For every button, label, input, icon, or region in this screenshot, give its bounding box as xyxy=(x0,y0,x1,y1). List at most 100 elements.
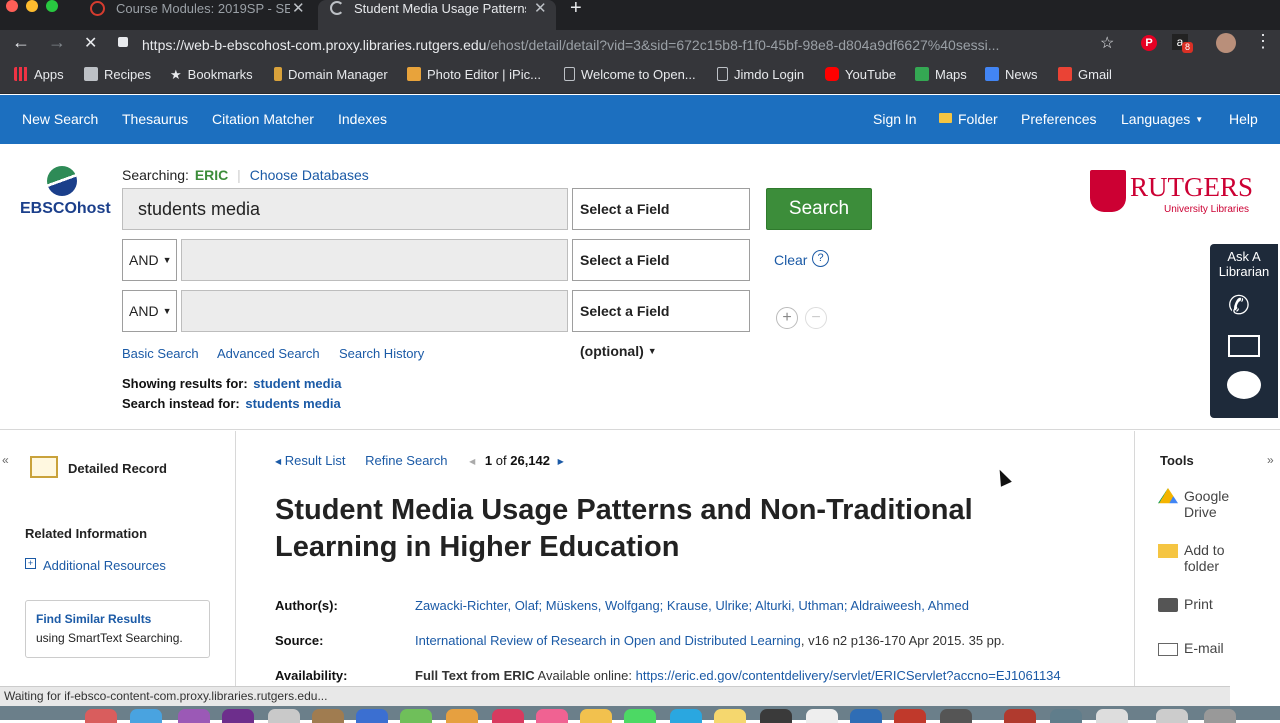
close-tab-icon[interactable]: ✕ xyxy=(292,0,305,18)
authors-links[interactable]: Zawacki-Richter, Olaf; Müskens, Wolfgang… xyxy=(415,598,969,613)
minimize-window-button[interactable] xyxy=(26,0,38,12)
dock-app-icon[interactable] xyxy=(85,709,117,723)
nav-new-search[interactable]: New Search xyxy=(22,111,98,127)
field-select-1[interactable]: Select a Field (optional)▼ xyxy=(572,188,750,257)
dock-app-icon[interactable] xyxy=(624,709,656,723)
url-field[interactable]: https://web-b-ebscohost-com.proxy.librar… xyxy=(142,32,1092,58)
collapse-right-icon[interactable]: » xyxy=(1267,453,1274,467)
close-window-button[interactable] xyxy=(6,0,18,12)
avatar[interactable] xyxy=(1216,33,1236,53)
dock-app-icon[interactable] xyxy=(670,709,702,723)
additional-resources-link[interactable]: Additional Resources xyxy=(43,558,166,573)
dock-app-icon[interactable] xyxy=(1096,709,1128,723)
ebsco-logo[interactable]: EBSCOhost xyxy=(20,164,111,220)
source-journal-link[interactable]: International Review of Research in Open… xyxy=(415,633,801,648)
showing-results-link[interactable]: student media xyxy=(253,376,341,391)
bookmark-apps[interactable]: Apps xyxy=(14,67,64,87)
next-result-icon[interactable]: ▶ xyxy=(558,457,564,466)
basic-search-link[interactable]: Basic Search xyxy=(122,346,199,361)
dock-app-icon[interactable] xyxy=(356,709,388,723)
tool-email[interactable]: E-mail xyxy=(1158,640,1244,656)
nav-citation-matcher[interactable]: Citation Matcher xyxy=(212,111,314,127)
new-tab-icon[interactable]: + xyxy=(570,0,582,20)
back-arrow-icon[interactable]: ← xyxy=(12,32,30,53)
maximize-window-button[interactable] xyxy=(46,0,58,12)
search-input-2[interactable] xyxy=(181,239,568,281)
nav-folder[interactable]: Folder xyxy=(958,111,998,127)
tab-student-media[interactable]: Student Media Usage Patterns ✕ xyxy=(318,0,556,30)
tab-course-modules[interactable]: Course Modules: 2019SP - SEA ✕ xyxy=(80,0,316,30)
dock-app-icon[interactable] xyxy=(492,709,524,723)
bookmark-gmail[interactable]: Gmail xyxy=(1058,67,1112,87)
nav-languages[interactable]: Languages ▼ xyxy=(1121,111,1203,127)
dock-app-icon[interactable] xyxy=(536,709,568,723)
remove-row-icon[interactable]: − xyxy=(805,307,827,329)
dock-app-icon[interactable] xyxy=(268,709,300,723)
dock-app-icon[interactable] xyxy=(1156,709,1188,723)
search-button[interactable]: Search xyxy=(766,188,872,230)
search-instead-link[interactable]: students media xyxy=(245,396,340,411)
collapse-left-icon[interactable]: « xyxy=(2,453,9,467)
email-icon[interactable] xyxy=(1228,335,1260,357)
tool-add-to-folder[interactable]: Add to folder xyxy=(1158,542,1244,574)
dock-app-icon[interactable] xyxy=(178,709,210,723)
dock-app-icon[interactable] xyxy=(894,709,926,723)
dock-app-icon[interactable] xyxy=(312,709,344,723)
advanced-search-link[interactable]: Advanced Search xyxy=(217,346,320,361)
add-row-icon[interactable]: + xyxy=(776,307,798,329)
dock-app-icon[interactable] xyxy=(446,709,478,723)
prev-result-icon[interactable]: ◀ xyxy=(469,457,475,466)
bookmark-domain-manager[interactable]: Domain Manager xyxy=(274,67,388,87)
forward-arrow-icon[interactable]: → xyxy=(48,32,66,53)
ask-librarian-widget[interactable]: Ask A Librarian ✆ xyxy=(1210,244,1278,418)
stop-loading-icon[interactable]: ✕ xyxy=(84,33,97,53)
dock-app-icon[interactable] xyxy=(760,709,792,723)
refine-search-link[interactable]: Refine Search xyxy=(365,453,447,468)
nav-help[interactable]: Help xyxy=(1229,111,1258,127)
nav-sign-in[interactable]: Sign In xyxy=(873,111,917,127)
nav-thesaurus[interactable]: Thesaurus xyxy=(122,111,188,127)
dock-app-icon[interactable] xyxy=(580,709,612,723)
nav-preferences[interactable]: Preferences xyxy=(1021,111,1096,127)
tool-google-drive[interactable]: Google Drive xyxy=(1158,488,1244,520)
search-input[interactable]: students media xyxy=(122,188,568,230)
bookmark-news[interactable]: News xyxy=(985,67,1038,87)
help-icon[interactable]: ? xyxy=(812,250,829,267)
bookmark-maps[interactable]: Maps xyxy=(915,67,967,87)
field-select-2[interactable]: Select a Field (optional)▼ xyxy=(572,239,750,308)
menu-dots-icon[interactable]: ⋮ xyxy=(1254,31,1272,52)
bookmark-jimdo[interactable]: Jimdo Login xyxy=(717,67,804,87)
dock-app-icon[interactable] xyxy=(714,709,746,723)
chat-icon[interactable] xyxy=(1227,371,1261,399)
nav-indexes[interactable]: Indexes xyxy=(338,111,387,127)
eric-fulltext-link[interactable]: https://eric.ed.gov/contentdelivery/serv… xyxy=(636,668,1061,683)
dock-app-icon[interactable] xyxy=(1004,709,1036,723)
phone-icon[interactable]: ✆ xyxy=(1228,292,1250,318)
lock-icon[interactable] xyxy=(118,37,128,47)
bookmark-star-icon[interactable]: ☆ xyxy=(1100,33,1114,53)
search-history-link[interactable]: Search History xyxy=(339,346,424,361)
dock-app-icon[interactable] xyxy=(850,709,882,723)
boolean-select-3[interactable]: AND ▼ xyxy=(122,290,177,332)
dock-app-icon[interactable] xyxy=(130,709,162,723)
field-select-3[interactable]: Select a Field (optional) ▼ xyxy=(572,290,750,359)
bookmark-photo-editor[interactable]: Photo Editor | iPic... xyxy=(407,67,541,87)
dock-app-icon[interactable] xyxy=(806,709,838,723)
bookmark-recipes[interactable]: Recipes xyxy=(84,67,151,87)
clear-link[interactable]: Clear xyxy=(774,252,807,268)
choose-databases-link[interactable]: Choose Databases xyxy=(250,167,369,183)
result-list-link[interactable]: ◀ Result List xyxy=(275,453,345,468)
dock-app-icon[interactable] xyxy=(400,709,432,723)
bookmark-youtube[interactable]: YouTube xyxy=(825,67,896,87)
boolean-select-2[interactable]: AND ▼ xyxy=(122,239,177,281)
search-input-3[interactable] xyxy=(181,290,568,332)
dock-app-icon[interactable] xyxy=(1204,709,1236,723)
dock-app-icon[interactable] xyxy=(940,709,972,723)
rutgers-logo[interactable]: RUTGERS University Libraries xyxy=(1090,170,1260,218)
pinterest-icon[interactable]: P xyxy=(1141,35,1157,51)
bookmark-welcome[interactable]: Welcome to Open... xyxy=(564,67,696,87)
dock-app-icon[interactable] xyxy=(1050,709,1082,723)
find-similar-link[interactable]: Find Similar Results xyxy=(36,612,151,626)
expand-plus-icon[interactable]: + xyxy=(25,558,36,569)
tool-print[interactable]: Print xyxy=(1158,596,1244,612)
